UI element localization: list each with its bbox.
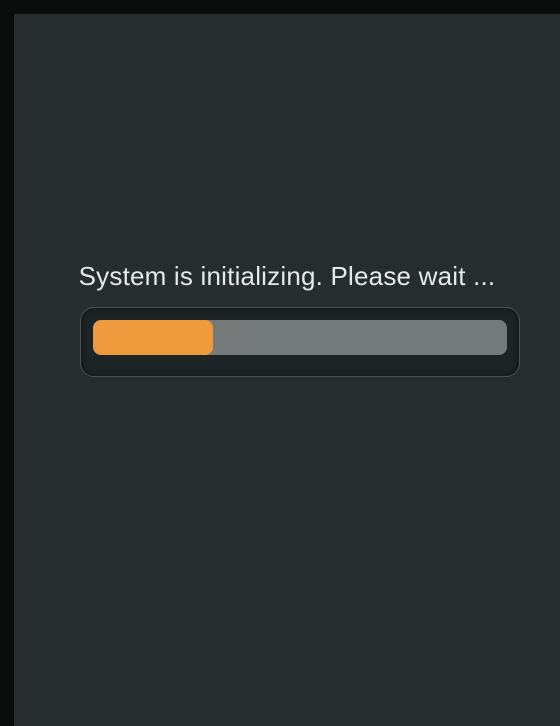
initializing-message: System is initializing. Please wait ... <box>78 261 496 291</box>
progress-bar-frame <box>80 307 520 377</box>
progress-bar-track <box>93 320 507 355</box>
screen-bezel: System is initializing. Please wait ... <box>0 0 560 726</box>
init-screen: System is initializing. Please wait ... <box>14 14 560 726</box>
progress-bar-fill <box>93 320 214 355</box>
